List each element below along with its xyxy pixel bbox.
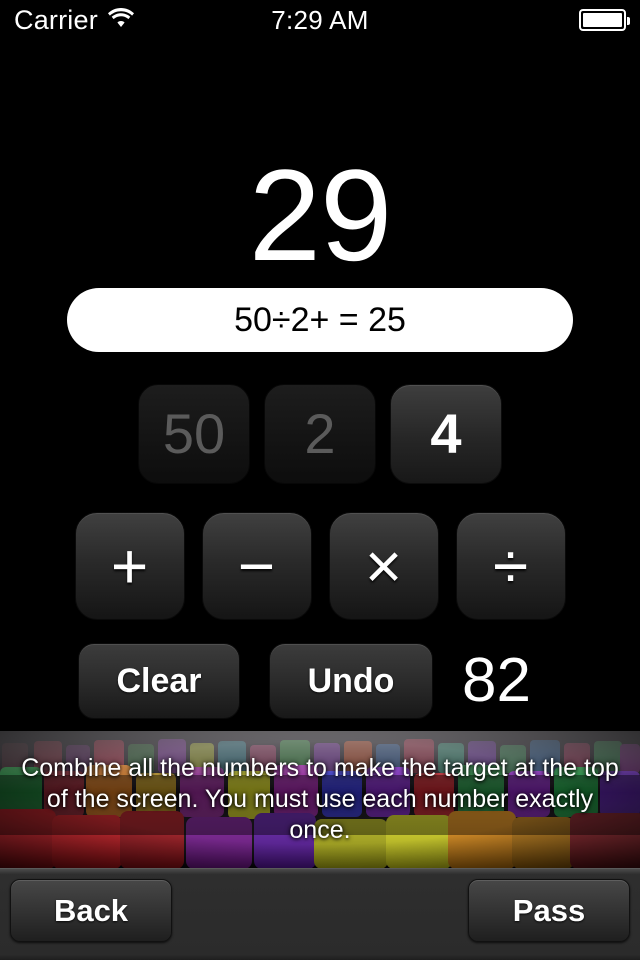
status-time: 7:29 AM xyxy=(271,4,369,35)
target-number: 29 xyxy=(248,142,393,288)
divide-icon: ÷ xyxy=(492,530,529,602)
status-bar: Carrier 7:29 AM xyxy=(0,0,640,40)
number-tile-3[interactable]: 4 xyxy=(390,384,502,484)
number-tile-2[interactable]: 2 xyxy=(264,384,376,484)
plus-button[interactable]: + xyxy=(74,512,185,620)
back-button[interactable]: Back xyxy=(10,879,172,942)
divide-button[interactable]: ÷ xyxy=(455,512,566,620)
clear-button[interactable]: Clear xyxy=(78,643,240,719)
multiply-icon: × xyxy=(364,530,403,602)
score-value: 82 xyxy=(462,646,531,715)
plus-icon: + xyxy=(110,530,149,602)
operator-buttons-row: + − × ÷ xyxy=(0,512,640,620)
undo-button[interactable]: Undo xyxy=(269,643,433,719)
instruction-banner[interactable]: Combine all the numbers to make the targ… xyxy=(0,731,640,868)
battery-icon xyxy=(579,9,630,31)
number-tile-1[interactable]: 50 xyxy=(138,384,250,484)
battery-fill xyxy=(583,13,622,27)
instruction-text: Combine all the numbers to make the targ… xyxy=(21,754,619,844)
minus-button[interactable]: − xyxy=(201,512,312,620)
actions-row: Clear Undo 82 xyxy=(0,643,640,723)
app-screen: Carrier 7:29 AM 29 50÷2+ = 25 50 2 4 + −… xyxy=(0,0,640,960)
expression-display: 50÷2+ = 25 xyxy=(67,288,573,352)
bottom-toolbar: Back Pass xyxy=(0,868,640,960)
number-tiles-row: 50 2 4 xyxy=(0,384,640,484)
expression-text: 50÷2+ = 25 xyxy=(234,300,406,339)
multiply-button[interactable]: × xyxy=(328,512,439,620)
pass-button[interactable]: Pass xyxy=(468,879,630,942)
minus-icon: − xyxy=(237,530,276,602)
